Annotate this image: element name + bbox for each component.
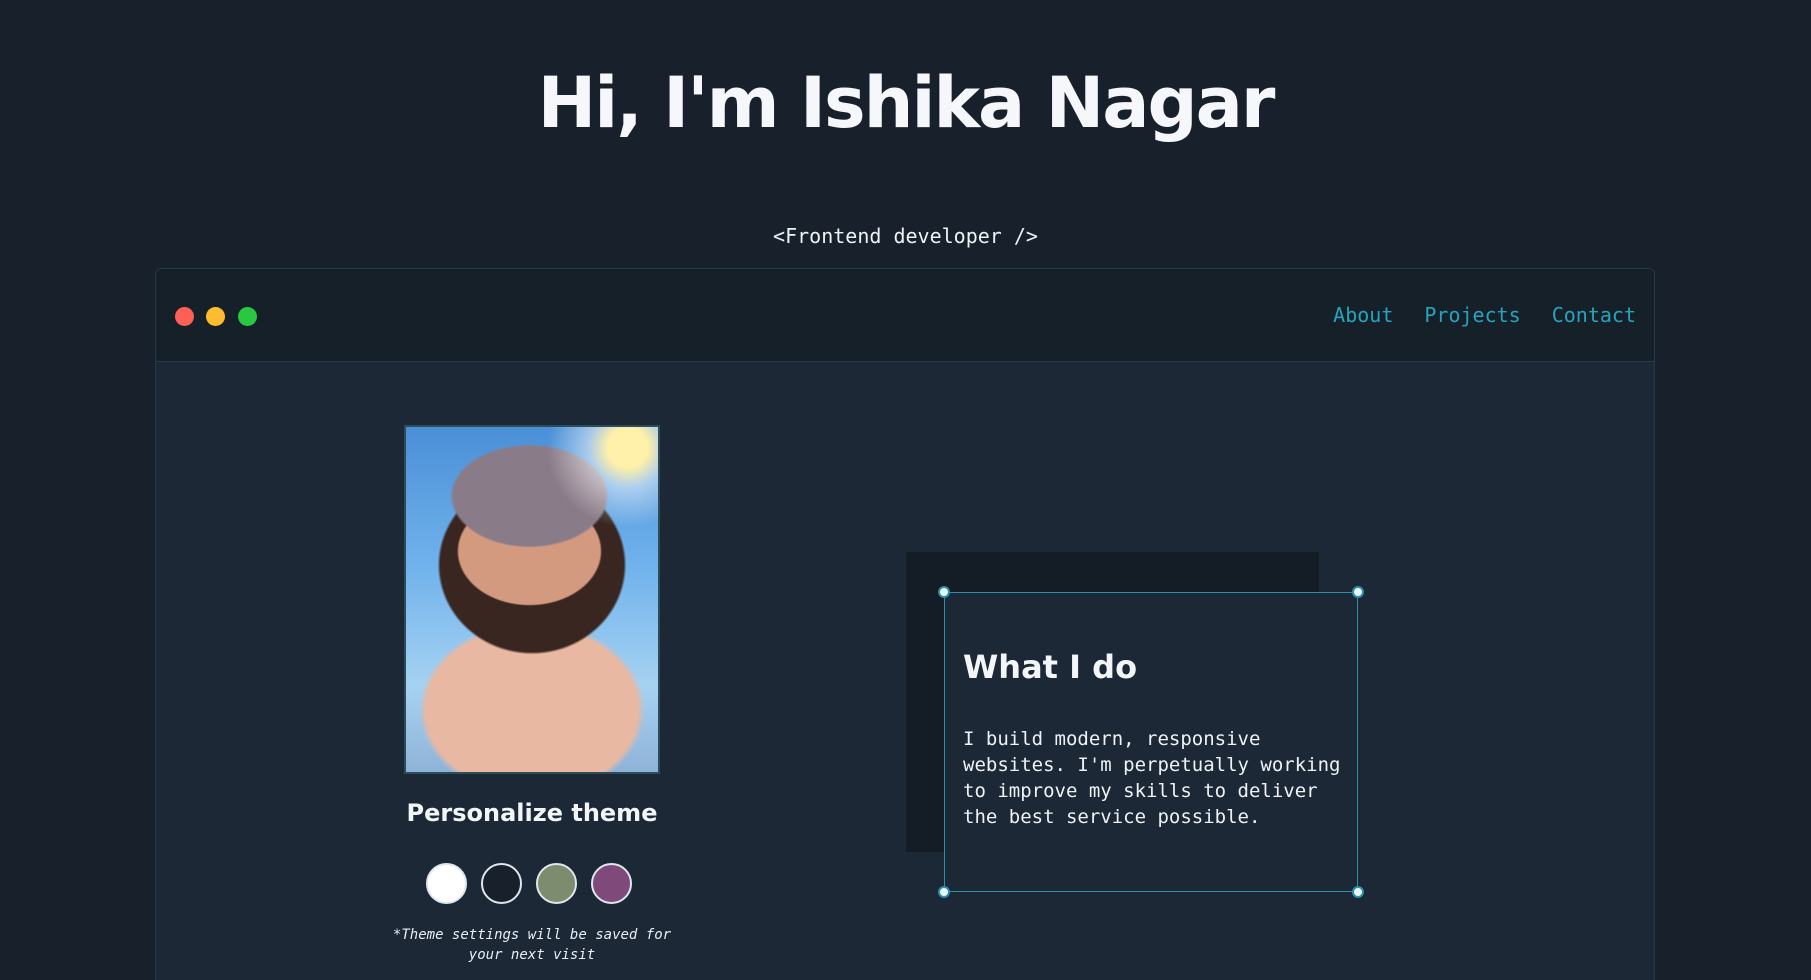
resize-handle-icon[interactable]: [938, 886, 950, 898]
theme-swatch-green[interactable]: [536, 863, 577, 904]
nav-projects[interactable]: Projects: [1424, 303, 1520, 327]
theme-title: Personalize theme: [406, 799, 658, 827]
minimize-dot-icon: [206, 307, 225, 326]
what-i-do-card: What I do I build modern, responsive web…: [938, 586, 1364, 898]
card-text: I build modern, responsive websites. I'm…: [963, 728, 1341, 828]
theme-swatch-purple[interactable]: [591, 863, 632, 904]
profile-photo: [404, 425, 660, 774]
resize-handle-icon[interactable]: [938, 586, 950, 598]
theme-note: *Theme settings will be saved for your n…: [392, 927, 672, 963]
window-titlebar: About Projects Contact: [156, 269, 1654, 362]
nav-contact[interactable]: Contact: [1552, 303, 1636, 327]
theme-swatch-dark[interactable]: [481, 863, 522, 904]
card-title: What I do: [963, 648, 1138, 686]
close-dot-icon: [175, 307, 194, 326]
resize-handle-icon[interactable]: [1352, 586, 1364, 598]
hero-subtitle: <Frontend developer />: [773, 224, 1038, 248]
hero-title: Hi, I'm Ishika Nagar: [537, 62, 1276, 144]
theme-swatches: [426, 863, 632, 904]
maximize-dot-icon: [238, 307, 257, 326]
resize-handle-icon[interactable]: [1352, 886, 1364, 898]
browser-window: About Projects Contact Personalize theme…: [155, 268, 1655, 980]
theme-swatch-light[interactable]: [426, 863, 467, 904]
nav-about[interactable]: About: [1333, 303, 1393, 327]
main-nav: About Projects Contact: [1333, 303, 1636, 327]
